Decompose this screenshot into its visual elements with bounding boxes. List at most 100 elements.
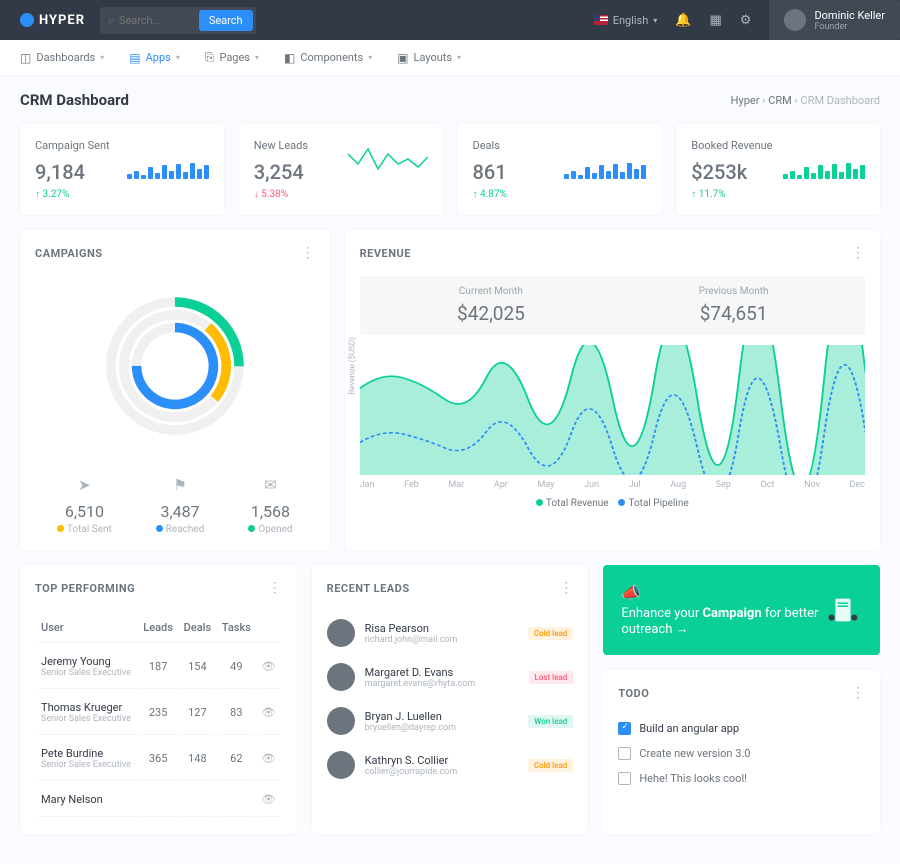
lead-name: Risa Pearson: [365, 622, 518, 635]
campaign-stat-value: 3,487: [156, 502, 205, 521]
recent-leads-title: RECENT LEADS: [327, 582, 410, 595]
month-label: May: [537, 480, 554, 490]
lead-row: Kathryn S. Colliercollier@jourrapide.com…: [327, 743, 574, 787]
lead-row: Bryan J. Luellenbryuellen@dayrep.com Won…: [327, 699, 574, 743]
checkbox[interactable]: [618, 722, 631, 735]
campaign-stat: ✉ 1,568 Opened: [248, 476, 292, 535]
user-role: Senior Sales Executive: [41, 714, 133, 724]
checkbox[interactable]: [618, 772, 631, 785]
view-icon[interactable]: 👁: [261, 660, 275, 673]
search-icon: ⌕: [108, 13, 115, 28]
table-header: Leads: [139, 613, 177, 643]
month-label: Nov: [804, 480, 820, 490]
mail-icon: ✉: [248, 476, 292, 494]
checkbox[interactable]: [618, 747, 631, 760]
gear-icon[interactable]: ⚙: [740, 13, 752, 28]
campaign-stat-label: Total Sent: [57, 524, 112, 535]
chart-legend: Total Revenue Total Pipeline: [360, 498, 865, 509]
table-row: Jeremy YoungSenior Sales Executive 18715…: [37, 645, 280, 689]
deals-cell: [179, 783, 215, 817]
current-month-label: Current Month: [370, 286, 613, 297]
breadcrumb-mid[interactable]: CRM: [768, 94, 792, 107]
table-row: Mary Nelson 👁: [37, 783, 280, 817]
stat-label: Deals: [473, 139, 507, 152]
previous-month-label: Previous Month: [612, 286, 855, 297]
chart-ylabel: Revenue ($USD): [347, 337, 356, 394]
chevron-down-icon: ▾: [368, 53, 372, 62]
avatar: [784, 9, 806, 31]
month-label: Jul: [629, 480, 641, 490]
leads-cell: 187: [139, 645, 177, 689]
page-title: CRM Dashboard: [20, 91, 129, 109]
breadcrumb-leaf: CRM Dashboard: [801, 94, 880, 107]
brand-text: HYPER: [39, 13, 85, 28]
flag-icon: [594, 15, 608, 25]
more-icon[interactable]: ⋮: [851, 245, 865, 261]
more-icon[interactable]: ⋮: [268, 580, 282, 596]
dashboard-icon: ◫: [20, 51, 31, 65]
language-selector[interactable]: English ▾: [594, 14, 658, 27]
month-label: Aug: [670, 480, 686, 490]
tasks-cell: 83: [217, 691, 255, 735]
bell-icon[interactable]: 🔔: [675, 13, 691, 28]
lead-email: bryuellen@dayrep.com: [365, 723, 519, 733]
todo-title: TODO: [618, 687, 649, 700]
stat-change: 5.38%: [254, 189, 308, 200]
user-name: Dominic Keller: [814, 9, 885, 22]
campaigns-title: CAMPAIGNS: [35, 247, 103, 260]
tasks-cell: 62: [217, 737, 255, 781]
nav-pages[interactable]: ⎘Pages▾: [205, 50, 259, 65]
table-header: User: [37, 613, 137, 643]
user-role: Senior Sales Executive: [41, 668, 133, 678]
campaigns-donut-chart: [95, 286, 255, 446]
sparkline: [564, 139, 646, 200]
view-icon[interactable]: 👁: [261, 752, 275, 765]
lead-row: Margaret D. Evansmargaret.evans@rhyta.co…: [327, 655, 574, 699]
month-label: Jun: [584, 480, 599, 490]
month-label: Apr: [494, 480, 508, 490]
user-name: Pete Burdine: [41, 747, 133, 760]
view-icon[interactable]: 👁: [261, 706, 275, 719]
apps-icon[interactable]: ▦: [709, 13, 721, 28]
breadcrumb-root[interactable]: Hyper: [731, 94, 760, 107]
nav-dashboards[interactable]: ◫Dashboards▾: [20, 51, 104, 65]
brand-logo[interactable]: HYPER: [20, 13, 85, 28]
month-label: Dec: [850, 480, 865, 490]
user-menu[interactable]: Dominic Keller Founder: [769, 0, 900, 40]
lead-email: margaret.evans@rhyta.com: [365, 679, 519, 689]
leads-cell: [139, 783, 177, 817]
campaign-stat-value: 1,568: [248, 502, 292, 521]
search-input[interactable]: [119, 14, 199, 27]
status-badge: Cold lead: [528, 759, 573, 772]
avatar: [327, 663, 355, 691]
user-name: Jeremy Young: [41, 655, 133, 668]
chevron-down-icon: ▾: [255, 53, 259, 62]
user-role: Senior Sales Executive: [41, 760, 133, 770]
lead-name: Kathryn S. Collier: [365, 754, 518, 767]
user-name: Thomas Krueger: [41, 701, 133, 714]
view-icon[interactable]: 👁: [261, 793, 275, 806]
promo-banner[interactable]: 📣 Enhance your Campaign for better outre…: [603, 565, 880, 655]
more-icon[interactable]: ⋮: [559, 580, 573, 596]
stat-card-1: New Leads 3,254 5.38%: [239, 124, 443, 215]
deals-cell: 154: [179, 645, 215, 689]
nav-apps[interactable]: ▤Apps▾: [129, 51, 180, 65]
more-icon[interactable]: ⋮: [851, 685, 865, 701]
search-button[interactable]: Search: [199, 10, 253, 31]
todo-text: Hehe! This looks cool!: [639, 772, 747, 785]
stat-card-0: Campaign Sent 9,184 3.27%: [20, 124, 224, 215]
nav-components[interactable]: ◧Components▾: [284, 51, 372, 65]
chevron-down-icon: ▾: [100, 53, 104, 62]
search-box: ⌕ Search: [100, 7, 256, 34]
month-label: Jan: [360, 480, 375, 490]
more-icon[interactable]: ⋮: [301, 245, 315, 261]
campaign-stat-value: 6,510: [57, 502, 112, 521]
lead-name: Margaret D. Evans: [365, 666, 519, 679]
status-badge: Cold lead: [528, 627, 573, 640]
flag-icon: ⚑: [156, 476, 205, 494]
promo-text: Enhance your Campaign for better outreac…: [621, 606, 824, 637]
chevron-down-icon: ▾: [176, 53, 180, 62]
nav-layouts[interactable]: ▣Layouts▾: [397, 51, 461, 65]
todo-item: Build an angular app: [618, 716, 865, 741]
lead-row: Risa Pearsonrichard.john@mail.com Cold l…: [327, 611, 574, 655]
